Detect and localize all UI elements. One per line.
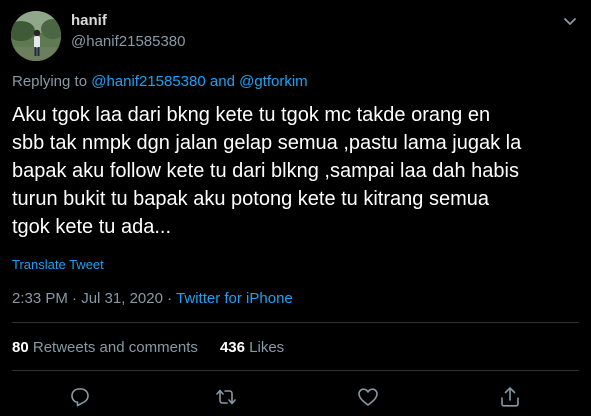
likes-label: Likes xyxy=(249,339,285,356)
retweets-label: Retweets and comments xyxy=(32,339,198,356)
avatar-photo xyxy=(11,11,61,61)
avatar[interactable] xyxy=(11,11,61,61)
likes-stat[interactable]: 436 Likes xyxy=(220,339,284,356)
reply-mention-link[interactable]: @hanif21585380 xyxy=(91,73,206,90)
tweet-card: hanif @hanif21585380 Replying to @hanif2… xyxy=(0,0,591,416)
retweets-stat[interactable]: 80 Retweets and comments xyxy=(12,339,198,356)
tweet-text: Aku tgok laa dari bkng kete tu tgok mc t… xyxy=(12,104,522,238)
display-name[interactable]: hanif xyxy=(71,12,107,29)
heart-icon[interactable] xyxy=(355,384,381,410)
replying-to: Replying to @hanif21585380 and @gtforkim xyxy=(12,73,308,90)
retweets-count: 80 xyxy=(12,339,29,356)
chevron-down-icon[interactable] xyxy=(561,12,579,30)
replying-to-label: Replying to xyxy=(12,73,88,90)
meta-separator: · xyxy=(167,290,173,307)
meta-separator: · xyxy=(72,290,78,307)
tweet-stats: 80 Retweets and comments 436 Likes xyxy=(12,339,284,356)
user-handle[interactable]: @hanif21585380 xyxy=(71,33,186,50)
divider xyxy=(12,322,579,323)
tweet-date[interactable]: Jul 31, 2020 xyxy=(81,290,163,307)
translate-tweet-link[interactable]: Translate Tweet xyxy=(12,257,104,272)
reply-mention-link[interactable]: @gtforkim xyxy=(239,73,308,90)
share-icon[interactable] xyxy=(497,384,523,410)
tweet-metadata: 2:33 PM · Jul 31, 2020 · Twitter for iPh… xyxy=(12,290,293,307)
action-bar xyxy=(0,384,591,410)
retweet-icon[interactable] xyxy=(213,384,239,410)
tweet-source-link[interactable]: Twitter for iPhone xyxy=(176,290,293,307)
likes-count: 436 xyxy=(219,339,245,356)
reply-icon[interactable] xyxy=(67,384,93,410)
tweet-time[interactable]: 2:33 PM xyxy=(12,290,68,307)
divider xyxy=(12,370,579,371)
reply-and-label: and xyxy=(209,73,235,90)
